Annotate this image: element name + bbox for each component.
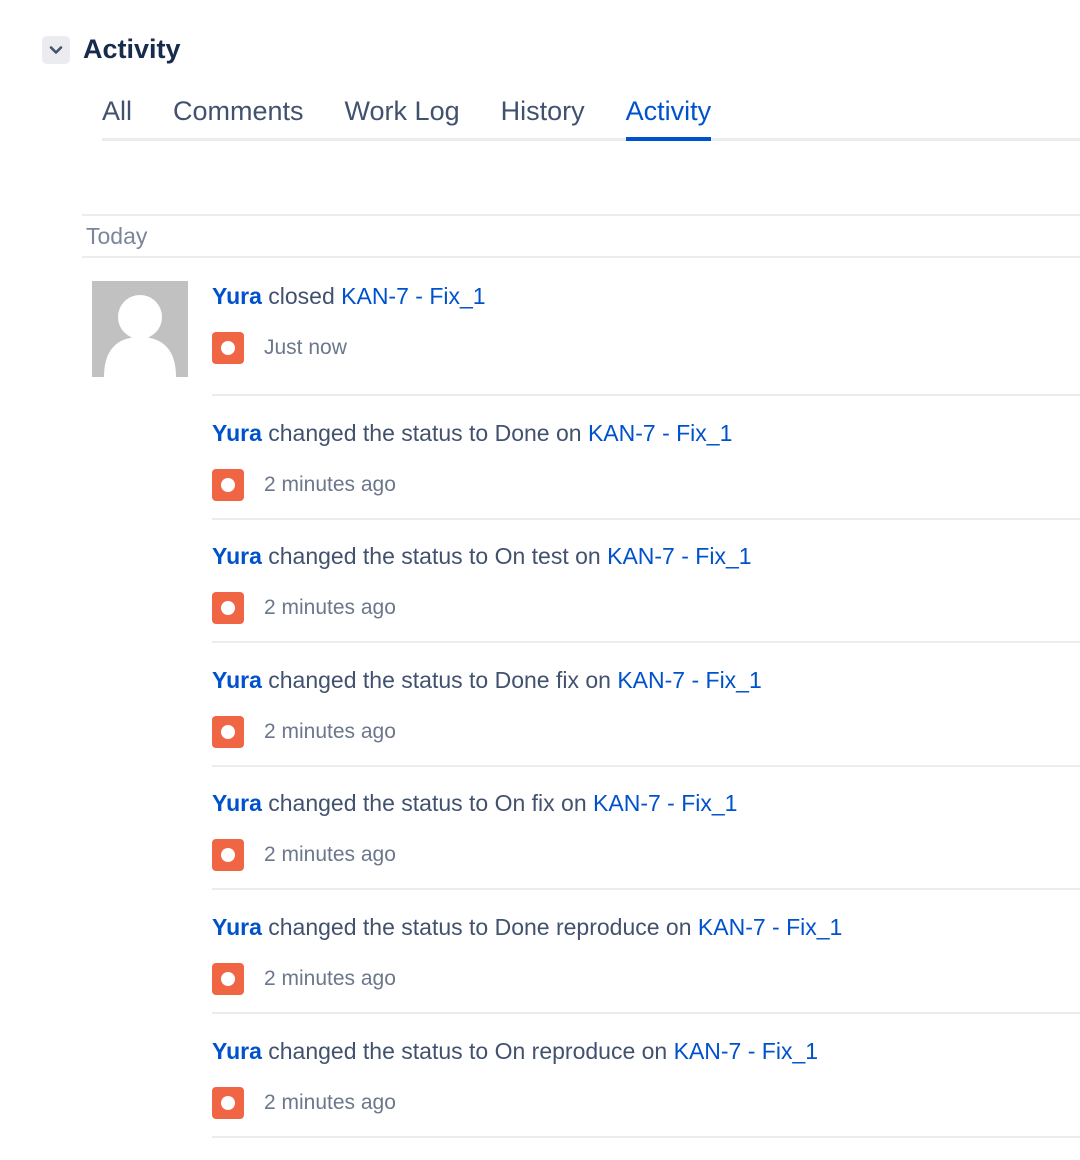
activity-meta: Just now xyxy=(212,332,347,364)
actor-link[interactable]: Yura xyxy=(212,914,262,940)
activity-item: Yura changed the status to Done fix on K… xyxy=(212,665,1080,767)
activity-status-icon xyxy=(212,963,244,995)
actor-link[interactable]: Yura xyxy=(212,1038,262,1064)
actor-link[interactable]: Yura xyxy=(212,790,262,816)
actor-link[interactable]: Yura xyxy=(212,420,262,446)
activity-tabs: All Comments Work Log History Activity xyxy=(102,90,1080,141)
section-title: Activity xyxy=(83,34,181,64)
issue-link[interactable]: KAN-7 - Fix_1 xyxy=(617,667,761,693)
activity-action: changed the status to On fix on xyxy=(261,790,594,816)
issue-link[interactable]: KAN-7 - Fix_1 xyxy=(588,420,732,446)
activity-action: changed the status to Done fix on xyxy=(261,667,618,693)
tab-all[interactable]: All xyxy=(102,90,132,138)
avatar[interactable] xyxy=(92,281,188,377)
tab-activity[interactable]: Activity xyxy=(625,90,711,141)
activity-panel: Activity All Comments Work Log History A… xyxy=(0,0,1080,1160)
activity-meta: 2 minutes ago xyxy=(212,1087,396,1119)
actor-link[interactable]: Yura xyxy=(212,667,262,693)
activity-item: Yura changed the status to On reproduce … xyxy=(212,1036,1080,1138)
activity-time: Just now xyxy=(264,336,347,359)
activity-time: 2 minutes ago xyxy=(264,967,396,990)
date-group-header: Today xyxy=(82,214,1080,258)
activity-text: Yura changed the status to Done fix on K… xyxy=(212,665,762,695)
activity-status-icon xyxy=(212,1087,244,1119)
activity-item: Yura closed KAN-7 - Fix_1 Just now xyxy=(212,281,1080,396)
activity-text: Yura closed KAN-7 - Fix_1 xyxy=(212,281,486,311)
activity-text: Yura changed the status to On fix on KAN… xyxy=(212,788,737,818)
activity-time: 2 minutes ago xyxy=(264,720,396,743)
activity-action: closed xyxy=(261,283,342,309)
activity-time: 2 minutes ago xyxy=(264,473,396,496)
tab-history[interactable]: History xyxy=(501,90,585,138)
activity-status-icon xyxy=(212,839,244,871)
activity-item: Yura changed the status to On fix on KAN… xyxy=(212,788,1080,890)
activity-action: changed the status to On test on xyxy=(261,543,608,569)
activity-action: changed the status to On reproduce on xyxy=(261,1038,674,1064)
activity-text: Yura changed the status to On reproduce … xyxy=(212,1036,818,1066)
activity-status-icon xyxy=(212,592,244,624)
activity-time: 2 minutes ago xyxy=(264,843,396,866)
activity-meta: 2 minutes ago xyxy=(212,839,396,871)
issue-link[interactable]: KAN-7 - Fix_1 xyxy=(607,543,751,569)
activity-meta: 2 minutes ago xyxy=(212,469,396,501)
activity-item: Yura changed the status to Done reproduc… xyxy=(212,912,1080,1014)
section-header: Activity xyxy=(42,34,181,65)
activity-meta: 2 minutes ago xyxy=(212,963,396,995)
activity-status-icon xyxy=(212,469,244,501)
actor-link[interactable]: Yura xyxy=(212,283,262,309)
tab-work-log[interactable]: Work Log xyxy=(345,90,460,138)
activity-action: changed the status to Done on xyxy=(261,420,588,446)
activity-status-icon xyxy=(212,716,244,748)
issue-link[interactable]: KAN-7 - Fix_1 xyxy=(341,283,485,309)
activity-time: 2 minutes ago xyxy=(264,596,396,619)
activity-status-icon xyxy=(212,332,244,364)
issue-link[interactable]: KAN-7 - Fix_1 xyxy=(698,914,842,940)
activity-item: Yura changed the status to On test on KA… xyxy=(212,541,1080,643)
activity-meta: 2 minutes ago xyxy=(212,716,396,748)
issue-link[interactable]: KAN-7 - Fix_1 xyxy=(593,790,737,816)
activity-text: Yura changed the status to Done reproduc… xyxy=(212,912,842,942)
activity-item: Yura changed the status to Done on KAN-7… xyxy=(212,418,1080,520)
default-user-icon xyxy=(104,295,176,377)
activity-text: Yura changed the status to Done on KAN-7… xyxy=(212,418,732,448)
chevron-down-icon xyxy=(49,45,63,54)
activity-time: 2 minutes ago xyxy=(264,1091,396,1114)
collapse-toggle-button[interactable] xyxy=(42,35,70,64)
tab-comments[interactable]: Comments xyxy=(173,90,304,138)
actor-link[interactable]: Yura xyxy=(212,543,262,569)
activity-text: Yura changed the status to On test on KA… xyxy=(212,541,752,571)
activity-meta: 2 minutes ago xyxy=(212,592,396,624)
activity-action: changed the status to Done reproduce on xyxy=(261,914,698,940)
issue-link[interactable]: KAN-7 - Fix_1 xyxy=(674,1038,818,1064)
